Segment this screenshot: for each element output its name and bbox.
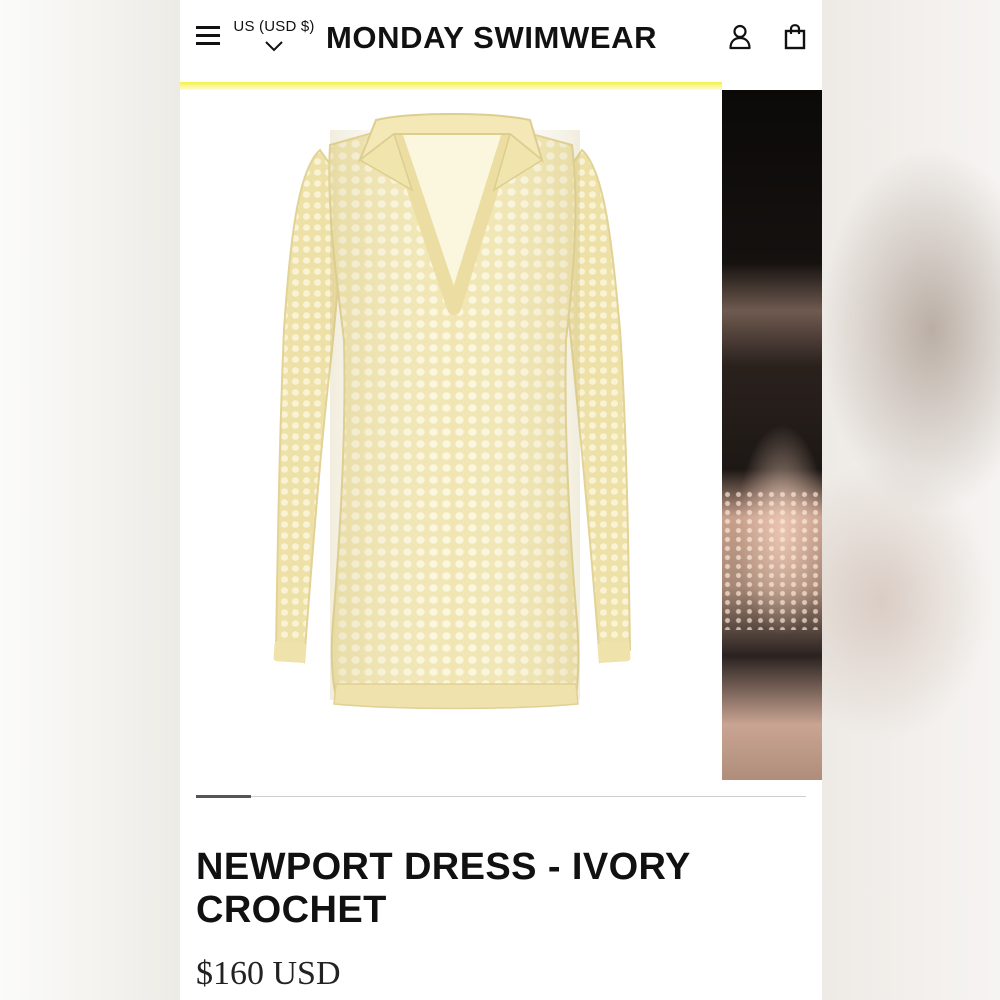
hamburger-menu-icon[interactable]	[196, 24, 220, 46]
chevron-down-icon	[265, 41, 283, 52]
brand-logo[interactable]: MONDAY SWIMWEAR	[326, 20, 657, 56]
shopping-bag-icon[interactable]	[784, 24, 806, 50]
product-image-gallery[interactable]	[180, 90, 822, 780]
background-right	[822, 0, 1000, 1000]
product-image-main[interactable]	[180, 90, 722, 780]
crochet-dress-image	[273, 113, 632, 710]
water-sparkle-decoration	[722, 490, 822, 630]
phone-screen: US (USD $) MONDAY SWIMWEAR NEWPORT DRESS…	[180, 0, 822, 1000]
gallery-progress-track	[196, 795, 806, 798]
product-price: $160 USD	[196, 955, 341, 992]
background-left	[0, 0, 180, 1000]
gallery-progress-fill	[196, 795, 251, 798]
site-header: US (USD $) MONDAY SWIMWEAR	[180, 0, 822, 84]
currency-selector[interactable]: US (USD $)	[232, 18, 316, 52]
product-title: NEWPORT DRESS - IVORY CROCHET	[196, 846, 691, 931]
currency-label: US (USD $)	[233, 18, 315, 35]
product-image-secondary[interactable]	[722, 90, 822, 780]
user-account-icon[interactable]	[728, 24, 752, 50]
